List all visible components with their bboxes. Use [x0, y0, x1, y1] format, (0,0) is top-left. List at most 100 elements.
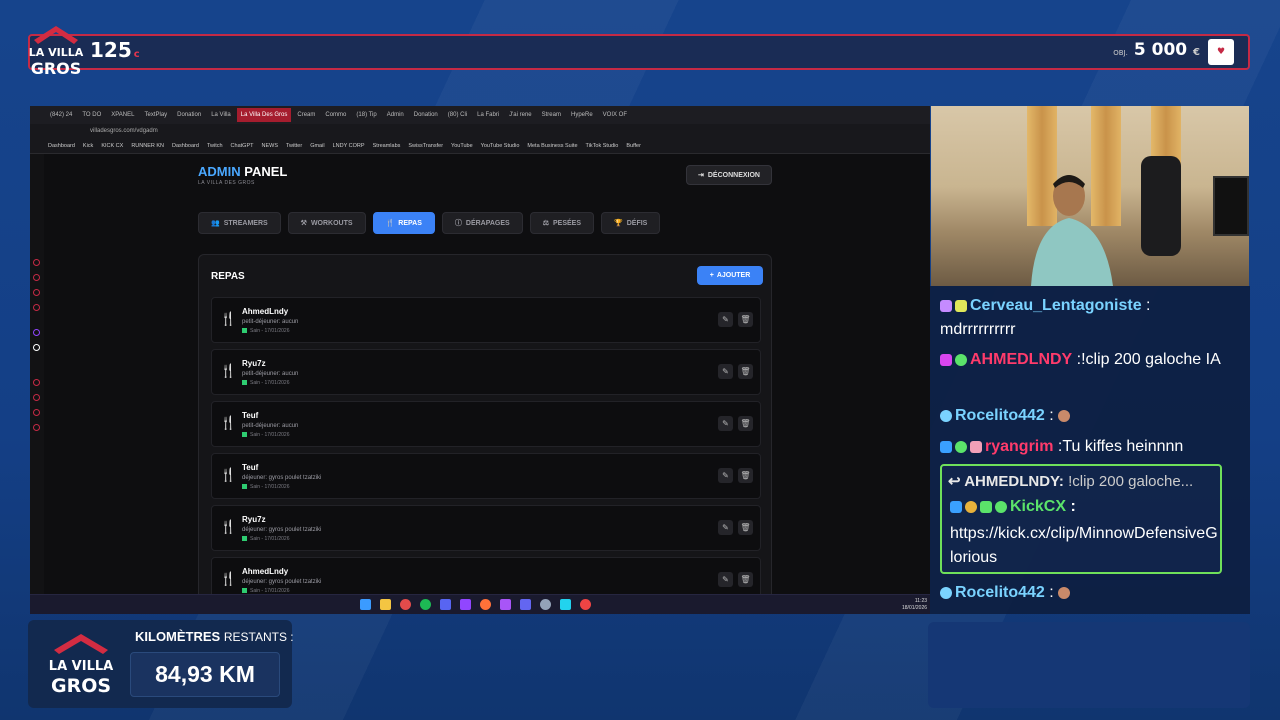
edit-icon[interactable]: ✎: [718, 572, 733, 587]
villa-logo-top: LA VILLA GROS: [29, 26, 84, 78]
browser-tab[interactable]: Stream: [538, 108, 565, 122]
dock-icon[interactable]: [33, 409, 40, 416]
admin-panel-title: ADMIN PANEL: [198, 164, 288, 179]
browser-tab[interactable]: XPANEL: [107, 108, 138, 122]
app-icon[interactable]: [540, 599, 551, 610]
browser-tab[interactable]: La Villa Des Gros: [236, 108, 292, 122]
bookmark-item[interactable]: KICK CX: [101, 143, 123, 149]
meal-row: 🍴 Ryu7z petit-déjeuner: aucun Sain - 17/01/…: [211, 349, 761, 395]
bookmark-item[interactable]: Twitter: [286, 143, 302, 149]
bookmark-item[interactable]: YouTube: [451, 143, 473, 149]
bookmark-item[interactable]: YouTube Studio: [481, 143, 520, 149]
dock-icon[interactable]: [33, 274, 40, 281]
admin-nav-tabs: 👥 STREAMERS ⚒ WORKOUTS 🍴 REPAS ⓘ DÉRAPAGES ⚖ PESÉ…: [198, 212, 661, 234]
tab-icon: ⚖: [542, 220, 549, 227]
donation-goal: OBJ. 5 000 €: [1113, 40, 1200, 60]
dock-icon[interactable]: [33, 379, 40, 386]
start-icon[interactable]: [360, 599, 371, 610]
tab-streamers[interactable]: 👥 STREAMERS: [198, 212, 281, 234]
app-icon[interactable]: [500, 599, 511, 610]
browser-icon[interactable]: [400, 599, 411, 610]
trash-icon[interactable]: 🗑: [738, 468, 753, 483]
browser-tab[interactable]: Donation: [410, 108, 442, 122]
tab-workouts[interactable]: ⚒ WORKOUTS: [287, 212, 366, 234]
bookmark-item[interactable]: TikTok Studio: [586, 143, 619, 149]
meal-row: 🍴 AhmedLndy petit-déjeuner: aucun Sain - 17…: [211, 297, 761, 343]
add-button[interactable]: + AJOUTER: [697, 266, 763, 285]
browser-tab[interactable]: Cream: [293, 108, 319, 122]
browser-tab[interactable]: (842) 24: [46, 108, 76, 122]
trash-icon[interactable]: 🗑: [738, 312, 753, 327]
dock-icon[interactable]: [33, 394, 40, 401]
bookmark-item[interactable]: LNDY CORP: [333, 143, 365, 149]
badge-icon: [955, 440, 967, 453]
browser-tab[interactable]: Commo: [321, 108, 350, 122]
meal-row: 🍴 Ryu7z déjeuner: gyros poulet tzatziki Sai…: [211, 505, 761, 551]
browser-tab[interactable]: La Fabri: [473, 108, 503, 122]
bookmark-item[interactable]: RUNNER KN: [131, 143, 164, 149]
badge-icon: [980, 500, 992, 513]
browser-tab[interactable]: TO DO: [78, 108, 105, 122]
streamer: [1031, 175, 1113, 286]
browser-tab[interactable]: La Villa: [207, 108, 235, 122]
browser-tab[interactable]: HypeRe: [567, 108, 597, 122]
edit-icon[interactable]: ✎: [718, 468, 733, 483]
app-icon[interactable]: [520, 599, 531, 610]
bookmark-item[interactable]: Dashboard: [172, 143, 199, 149]
bookmark-item[interactable]: NEWS: [261, 143, 278, 149]
meal-streamer: Ryu7z: [242, 359, 266, 368]
bookmark-item[interactable]: Streamlabs: [373, 143, 401, 149]
villa-logo-bottom: LA VILLA GROS: [49, 634, 113, 697]
twitch-icon[interactable]: [33, 329, 40, 336]
bookmark-item[interactable]: ChatGPT: [231, 143, 254, 149]
browser-tab[interactable]: Admin: [383, 108, 408, 122]
dock-icon[interactable]: [33, 424, 40, 431]
spotify-icon[interactable]: [420, 599, 431, 610]
tab-dérapages[interactable]: ⓘ DÉRAPAGES: [441, 212, 523, 234]
bookmark-item[interactable]: Gmail: [310, 143, 324, 149]
browser-tab[interactable]: (80) Cli: [444, 108, 471, 122]
dock-icon[interactable]: [33, 304, 40, 311]
firefox-icon[interactable]: [480, 599, 491, 610]
app-icon[interactable]: [580, 599, 591, 610]
dock-icon[interactable]: [33, 259, 40, 266]
app-icon[interactable]: [460, 599, 471, 610]
bookmark-item[interactable]: Meta Business Suite: [527, 143, 577, 149]
tab-repas[interactable]: 🍴 REPAS: [372, 212, 435, 234]
gift-badge-icon: [970, 440, 982, 453]
x-icon[interactable]: [33, 344, 40, 351]
badge-icon: [955, 299, 967, 312]
bookmark-item[interactable]: Buffer: [626, 143, 641, 149]
meal-status: Sain - 17/01/2026: [242, 380, 289, 386]
browser-tab[interactable]: (18) Tip: [352, 108, 380, 122]
edit-icon[interactable]: ✎: [718, 520, 733, 535]
bookmark-item[interactable]: SwissTransfer: [408, 143, 443, 149]
edit-icon[interactable]: ✎: [718, 364, 733, 379]
trash-icon[interactable]: 🗑: [738, 364, 753, 379]
edit-icon[interactable]: ✎: [718, 312, 733, 327]
logout-button[interactable]: ⇥ DÉCONNEXION: [686, 165, 772, 185]
address-bar[interactable]: villadesgros.com/vdgadm: [30, 124, 930, 138]
browser-tab[interactable]: J'ai rene: [505, 108, 536, 122]
browser-tab[interactable]: VOIX OF: [599, 108, 631, 122]
trash-icon[interactable]: 🗑: [738, 572, 753, 587]
discord-icon[interactable]: [440, 599, 451, 610]
app-icon[interactable]: [560, 599, 571, 610]
meal-status: Sain - 17/01/2026: [242, 536, 289, 542]
folder-icon[interactable]: [380, 599, 391, 610]
bookmark-item[interactable]: Dashboard: [48, 143, 75, 149]
reply-text[interactable]: https://kick.cx/clip/MinnowDefensiveGlor…: [950, 522, 1220, 570]
bookmark-item[interactable]: Twitch: [207, 143, 223, 149]
trash-icon[interactable]: 🗑: [738, 416, 753, 431]
top-banner: [28, 34, 1250, 70]
edit-icon[interactable]: ✎: [718, 416, 733, 431]
reply-quote: ↩ AHMEDLNDY: !clip 200 galoche...: [948, 473, 1194, 490]
tab-défis[interactable]: 🏆 DÉFIS: [601, 212, 661, 234]
browser-window: (842) 24 TO DO XPANEL TextPlay Donation La Vi…: [30, 106, 930, 614]
browser-tab[interactable]: Donation: [173, 108, 205, 122]
dock-icon[interactable]: [33, 289, 40, 296]
trash-icon[interactable]: 🗑: [738, 520, 753, 535]
tab-pesées[interactable]: ⚖ PESÉES: [529, 212, 595, 234]
browser-tab[interactable]: TextPlay: [140, 108, 171, 122]
bookmark-item[interactable]: Kick: [83, 143, 93, 149]
